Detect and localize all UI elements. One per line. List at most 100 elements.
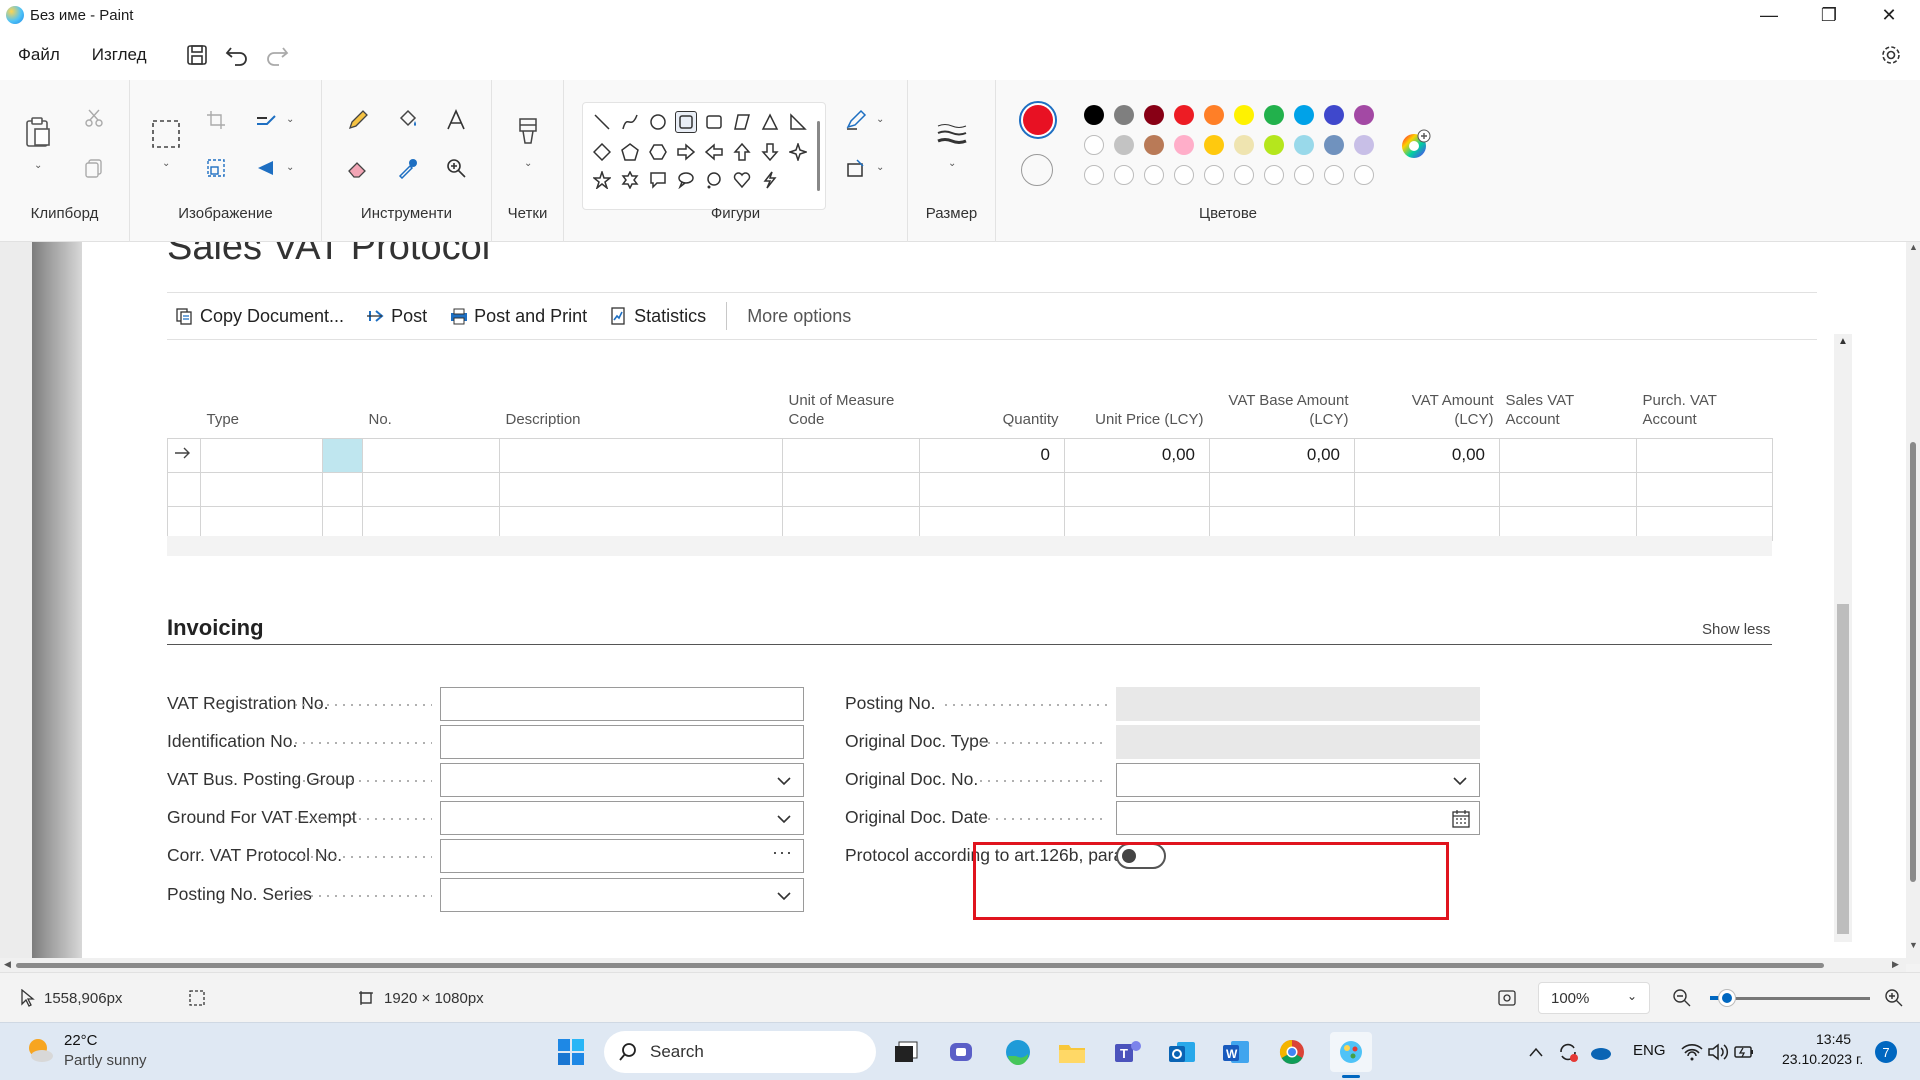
rotate-icon[interactable]: [250, 104, 282, 136]
edge-browser-icon[interactable]: [1000, 1034, 1036, 1070]
word-icon[interactable]: W: [1218, 1034, 1254, 1070]
post-and-print-action[interactable]: Post and Print: [449, 306, 587, 327]
palette-color-swatch[interactable]: [1084, 135, 1104, 155]
taskbar-search[interactable]: Search: [604, 1031, 876, 1073]
original-doc-no-field[interactable]: [1116, 763, 1480, 797]
palette-color-swatch[interactable]: [1324, 105, 1344, 125]
zoom-in-icon[interactable]: [1884, 973, 1904, 1023]
maximize-button[interactable]: ❐: [1800, 0, 1858, 30]
minimize-button[interactable]: —: [1740, 0, 1798, 30]
scroll-up-arrow-icon[interactable]: ▲: [1838, 336, 1848, 347]
cell-vat-amount[interactable]: 0,00: [1354, 437, 1500, 473]
palette-color-swatch[interactable]: [1264, 105, 1284, 125]
table-row[interactable]: [167, 505, 1773, 541]
hexagon-shape-icon[interactable]: [647, 141, 669, 163]
lightning-shape-icon[interactable]: [759, 169, 781, 191]
palette-color-swatch[interactable]: [1294, 135, 1314, 155]
calendar-icon[interactable]: [1451, 809, 1471, 834]
canvas-area[interactable]: Sales VAT Protocol Copy Document... Post…: [0, 242, 1920, 964]
fill-style-dropdown-chevron-icon[interactable]: ⌄: [876, 162, 884, 173]
table-row[interactable]: [167, 471, 1773, 507]
zoom-select[interactable]: 100% ⌄: [1538, 982, 1650, 1014]
rounded-rectangle-shape-icon[interactable]: [703, 111, 725, 133]
five-point-star-shape-icon[interactable]: [591, 169, 613, 191]
canvas-vertical-scroll-thumb[interactable]: [1910, 442, 1916, 882]
color-picker-icon[interactable]: [392, 152, 424, 184]
palette-empty-swatch[interactable]: [1324, 165, 1344, 185]
outline-icon[interactable]: [840, 104, 872, 136]
save-icon[interactable]: [177, 35, 217, 75]
col-sales-vat-account[interactable]: Sales VAT Account: [1500, 366, 1637, 438]
col-vat-base[interactable]: VAT Base Amount (LCY): [1210, 366, 1355, 438]
rect-callout-shape-icon[interactable]: [647, 169, 669, 191]
polygon-shape-icon[interactable]: [731, 111, 753, 133]
menu-view[interactable]: Изглед: [76, 45, 163, 65]
cloud-callout-shape-icon[interactable]: [703, 169, 725, 191]
cell-uom[interactable]: [782, 437, 920, 473]
cell-vat-base[interactable]: 0,00: [1209, 437, 1355, 473]
fit-to-window-icon[interactable]: [1497, 973, 1517, 1023]
task-view-icon[interactable]: [888, 1034, 924, 1070]
sync-icon[interactable]: [1556, 1034, 1580, 1070]
language-indicator[interactable]: ENG: [1633, 1042, 1666, 1059]
palette-color-swatch[interactable]: [1264, 135, 1284, 155]
col-quantity[interactable]: Quantity: [920, 366, 1065, 438]
palette-empty-swatch[interactable]: [1264, 165, 1284, 185]
canvas-horizontal-scrollbar[interactable]: ◀ ▶: [0, 958, 1906, 972]
col-unit-price[interactable]: Unit Price (LCY): [1065, 366, 1210, 438]
cell-selected[interactable]: [322, 437, 363, 473]
show-less-link[interactable]: Show less: [1702, 621, 1770, 638]
oval-callout-shape-icon[interactable]: [675, 169, 697, 191]
chrome-icon[interactable]: [1274, 1034, 1310, 1070]
rectangle-shape-icon[interactable]: [675, 111, 697, 133]
wifi-icon[interactable]: [1680, 1034, 1704, 1070]
palette-color-swatch[interactable]: [1204, 135, 1224, 155]
palette-empty-swatch[interactable]: [1174, 165, 1194, 185]
palette-empty-swatch[interactable]: [1354, 165, 1374, 185]
crop-icon[interactable]: [200, 104, 232, 136]
more-options-action[interactable]: More options: [747, 306, 851, 327]
menu-file[interactable]: Файл: [0, 45, 76, 65]
weather-sun-cloud-icon[interactable]: [22, 1032, 58, 1068]
up-arrow-shape-icon[interactable]: [731, 141, 753, 163]
diamond-shape-icon[interactable]: [591, 141, 613, 163]
chevron-down-icon[interactable]: [775, 810, 793, 833]
vat-registration-no-field[interactable]: [440, 687, 804, 721]
lookup-ellipsis-icon[interactable]: ···: [772, 842, 793, 863]
palette-color-swatch[interactable]: [1294, 105, 1314, 125]
clock-date[interactable]: 23.10.2023 г.: [1782, 1051, 1863, 1067]
close-button[interactable]: ✕: [1860, 0, 1918, 30]
col-type[interactable]: Type: [201, 366, 323, 438]
left-arrow-shape-icon[interactable]: [703, 141, 725, 163]
redo-icon[interactable]: [257, 35, 297, 75]
magnifier-icon[interactable]: [440, 152, 472, 184]
pencil-icon[interactable]: [342, 104, 374, 136]
text-icon[interactable]: [440, 104, 472, 136]
chevron-down-icon[interactable]: [1451, 772, 1469, 795]
cell-quantity[interactable]: 0: [919, 437, 1065, 473]
right-triangle-shape-icon[interactable]: [787, 111, 809, 133]
undo-icon[interactable]: [217, 35, 257, 75]
palette-color-swatch[interactable]: [1144, 135, 1164, 155]
edit-colors-icon[interactable]: [1400, 128, 1432, 160]
copy-icon[interactable]: [78, 152, 110, 184]
brush-icon[interactable]: [512, 116, 544, 148]
eraser-icon[interactable]: [342, 152, 374, 184]
flip-dropdown-chevron-icon[interactable]: ⌄: [286, 162, 294, 173]
clock-time[interactable]: 13:45: [1816, 1031, 1851, 1047]
chevron-down-icon[interactable]: [775, 772, 793, 795]
six-point-star-shape-icon[interactable]: [619, 169, 641, 191]
ground-for-vat-exempt-field[interactable]: [440, 801, 804, 835]
select-dropdown-chevron-icon[interactable]: ⌄: [162, 158, 170, 169]
palette-color-swatch[interactable]: [1234, 105, 1254, 125]
color-2-selector[interactable]: [1021, 154, 1053, 186]
notification-badge[interactable]: 7: [1875, 1041, 1897, 1063]
palette-color-swatch[interactable]: [1114, 135, 1134, 155]
canvas-vertical-scrollbar[interactable]: ▲ ▼: [1906, 242, 1920, 964]
col-description[interactable]: Description: [500, 366, 783, 438]
corr-vat-protocol-no-field[interactable]: ···: [440, 839, 804, 873]
resize-icon[interactable]: [200, 152, 232, 184]
cell-no[interactable]: [362, 437, 500, 473]
canvas-horizontal-scroll-thumb[interactable]: [16, 963, 1824, 968]
color-1-selector[interactable]: [1019, 101, 1057, 139]
